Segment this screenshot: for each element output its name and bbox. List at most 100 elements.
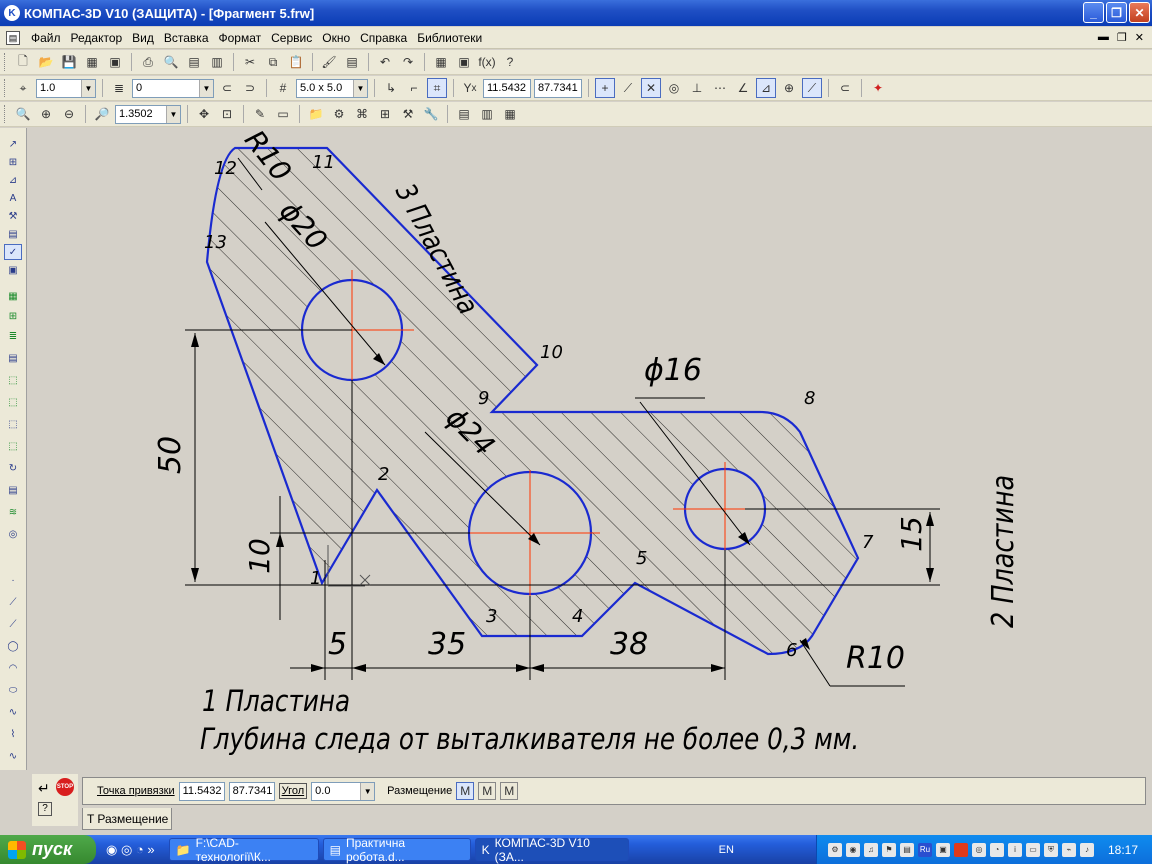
tray-app8-icon[interactable]: ◎ [971,842,986,857]
measure-tool-icon[interactable]: ✓ [4,244,22,260]
new-file-icon[interactable]: 🗋 [13,52,33,72]
polyline-tool-icon[interactable]: ⌇ [4,726,22,742]
snap-nearest-icon[interactable]: ⟋ [618,78,638,98]
dimensions-tool-icon[interactable]: ⊞ [4,154,22,170]
redo-icon[interactable]: ↷ [398,52,418,72]
calculator-icon[interactable]: ▦ [431,52,451,72]
file-manager-icon[interactable]: ▦ [82,52,102,72]
library-manager-icon[interactable]: ▣ [454,52,474,72]
spec-icon[interactable]: ▤ [454,104,474,124]
placement-mode1-icon[interactable]: M [456,782,475,800]
designations-tool-icon[interactable]: ⊿ [4,172,22,188]
snap-magnet2-icon[interactable]: ⊂ [835,78,855,98]
document-icon[interactable]: ▤ [6,30,20,45]
menu-format[interactable]: Формат [214,31,267,45]
paste-icon[interactable]: 📋 [286,52,306,72]
create-object-icon[interactable]: ↵ [38,780,50,797]
menu-window[interactable]: Окно [317,31,355,45]
placement-mode2-icon[interactable]: M [478,782,497,800]
lib-tools-icon[interactable]: 🔧 [421,104,441,124]
menu-insert[interactable]: Вставка [159,31,214,45]
variables-icon[interactable]: f(x) [477,52,497,72]
chevron-down-icon[interactable]: ▼ [166,105,180,123]
snap-midpoint-icon[interactable]: ⊿ [756,78,776,98]
task-kompas[interactable]: K КОМПАС-3D V10 (ЗА... [474,836,629,864]
text-tool-icon[interactable]: A [4,190,22,206]
preview-icon[interactable]: ▣ [105,52,125,72]
reports-tool-icon[interactable]: ⊞ [4,308,22,324]
minimize-button[interactable]: _ [1083,2,1104,23]
geometry-tool-icon[interactable]: ↗ [4,136,22,152]
menu-view[interactable]: Вид [127,31,159,45]
undo-icon[interactable]: ↶ [375,52,395,72]
toolbar-grip[interactable] [4,53,7,71]
spec-tool-icon[interactable]: ▦ [4,288,22,304]
edit-tool-icon[interactable]: ⚒ [4,208,22,224]
tray-app3-icon[interactable]: ♫ [863,842,878,857]
print-preview-icon[interactable]: 🔍 [161,52,181,72]
tray-app5-icon[interactable]: ▤ [899,842,914,857]
rect-select-icon[interactable]: ⬚ [4,372,22,388]
tray-app7-icon[interactable] [953,842,968,857]
style-select-icon[interactable]: ▤ [4,482,22,498]
menu-libraries[interactable]: Библиотеки [412,31,487,45]
snap-grid-icon[interactable]: ⋯ [710,78,730,98]
angle-combo[interactable]: 0.0 ▼ [311,781,376,801]
grid-icon[interactable]: # [273,78,293,98]
point-tool-icon[interactable]: · [4,572,22,588]
task-word[interactable]: ▤ Практична робота.d... [322,836,471,864]
snap-on-curve-icon[interactable]: ⟋ [802,78,822,98]
drawing-canvas[interactable]: 3 Пластина 2 Пластина 1 Пластина Глубина… [28,128,1148,770]
dock-icon[interactable]: ▥ [207,52,227,72]
layers-tool-icon[interactable]: ≣ [4,328,22,344]
snap-normal-icon[interactable]: ⊥ [687,78,707,98]
lib-parts-icon[interactable]: ⚙ [329,104,349,124]
circle-select-icon[interactable]: ◎ [4,526,22,542]
doc-properties-icon[interactable]: ▤ [184,52,204,72]
layer-combo[interactable]: 0 ▼ [132,78,214,98]
chevron-down-icon[interactable]: ▼ [353,79,367,97]
pan-icon[interactable]: ✥ [194,104,214,124]
maximize-button[interactable]: ❐ [1106,2,1127,23]
copy-icon[interactable]: ⧉ [263,52,283,72]
arc-tool-icon[interactable]: ◠ [4,660,22,676]
zoom-in-icon[interactable]: ⊕ [36,104,56,124]
group-tool-icon[interactable]: ▤ [4,350,22,366]
show-all-icon[interactable]: ⊡ [217,104,237,124]
circle-tool-icon[interactable]: ◯ [4,638,22,654]
refresh-icon[interactable]: ✎ [250,104,270,124]
volume-icon[interactable]: ♪ [1079,842,1094,857]
chevron-down-icon[interactable]: ▼ [199,79,213,97]
properties-icon[interactable]: ▤ [342,52,362,72]
mdi-restore-icon[interactable]: ❐ [1117,31,1127,44]
select-tool-icon[interactable]: ▣ [4,262,22,278]
task-explorer[interactable]: 📁 F:\CAD-технології\К... [168,836,319,864]
lib-struct-icon[interactable]: ⊞ [375,104,395,124]
snap-y-field[interactable]: 87.7341 [228,781,275,801]
spline-tool-icon[interactable]: ∿ [4,704,22,720]
box-select-icon[interactable]: ⬚ [4,394,22,410]
lib-weld-icon[interactable]: ⚒ [398,104,418,124]
save-icon[interactable]: 💾 [59,52,79,72]
tray-network-icon[interactable]: ⌁ [1061,842,1076,857]
step-combo[interactable]: 1.0 ▼ [36,78,96,98]
snap-tangent-icon[interactable]: ◎ [664,78,684,98]
angle-label[interactable]: Угол [278,783,308,799]
chevron-down-icon[interactable]: ▼ [360,782,375,800]
tab-placement[interactable]: T Размещение [82,808,172,830]
chevron-down-icon[interactable]: ▼ [81,79,95,97]
snap-center-icon[interactable]: ⊕ [779,78,799,98]
zoom-combo[interactable]: 1.3502 ▼ [115,104,181,124]
close-button[interactable]: ✕ [1129,2,1150,23]
zoom-out-icon[interactable]: ⊖ [59,104,79,124]
menu-edit[interactable]: Редактор [66,31,128,45]
display-icon[interactable]: ▭ [273,104,293,124]
open-file-icon[interactable]: 📂 [36,52,56,72]
cross-select-icon[interactable]: ⬚ [4,416,22,432]
grid-combo[interactable]: 5.0 x 5.0 ▼ [296,78,368,98]
tray-app10-icon[interactable]: i [1007,842,1022,857]
ellipse-tool-icon[interactable]: ⬭ [4,682,22,698]
menu-service[interactable]: Сервис [266,31,317,45]
snap-x-field[interactable]: 11.5432 [178,781,225,801]
params-tool-icon[interactable]: ▤ [4,226,22,242]
